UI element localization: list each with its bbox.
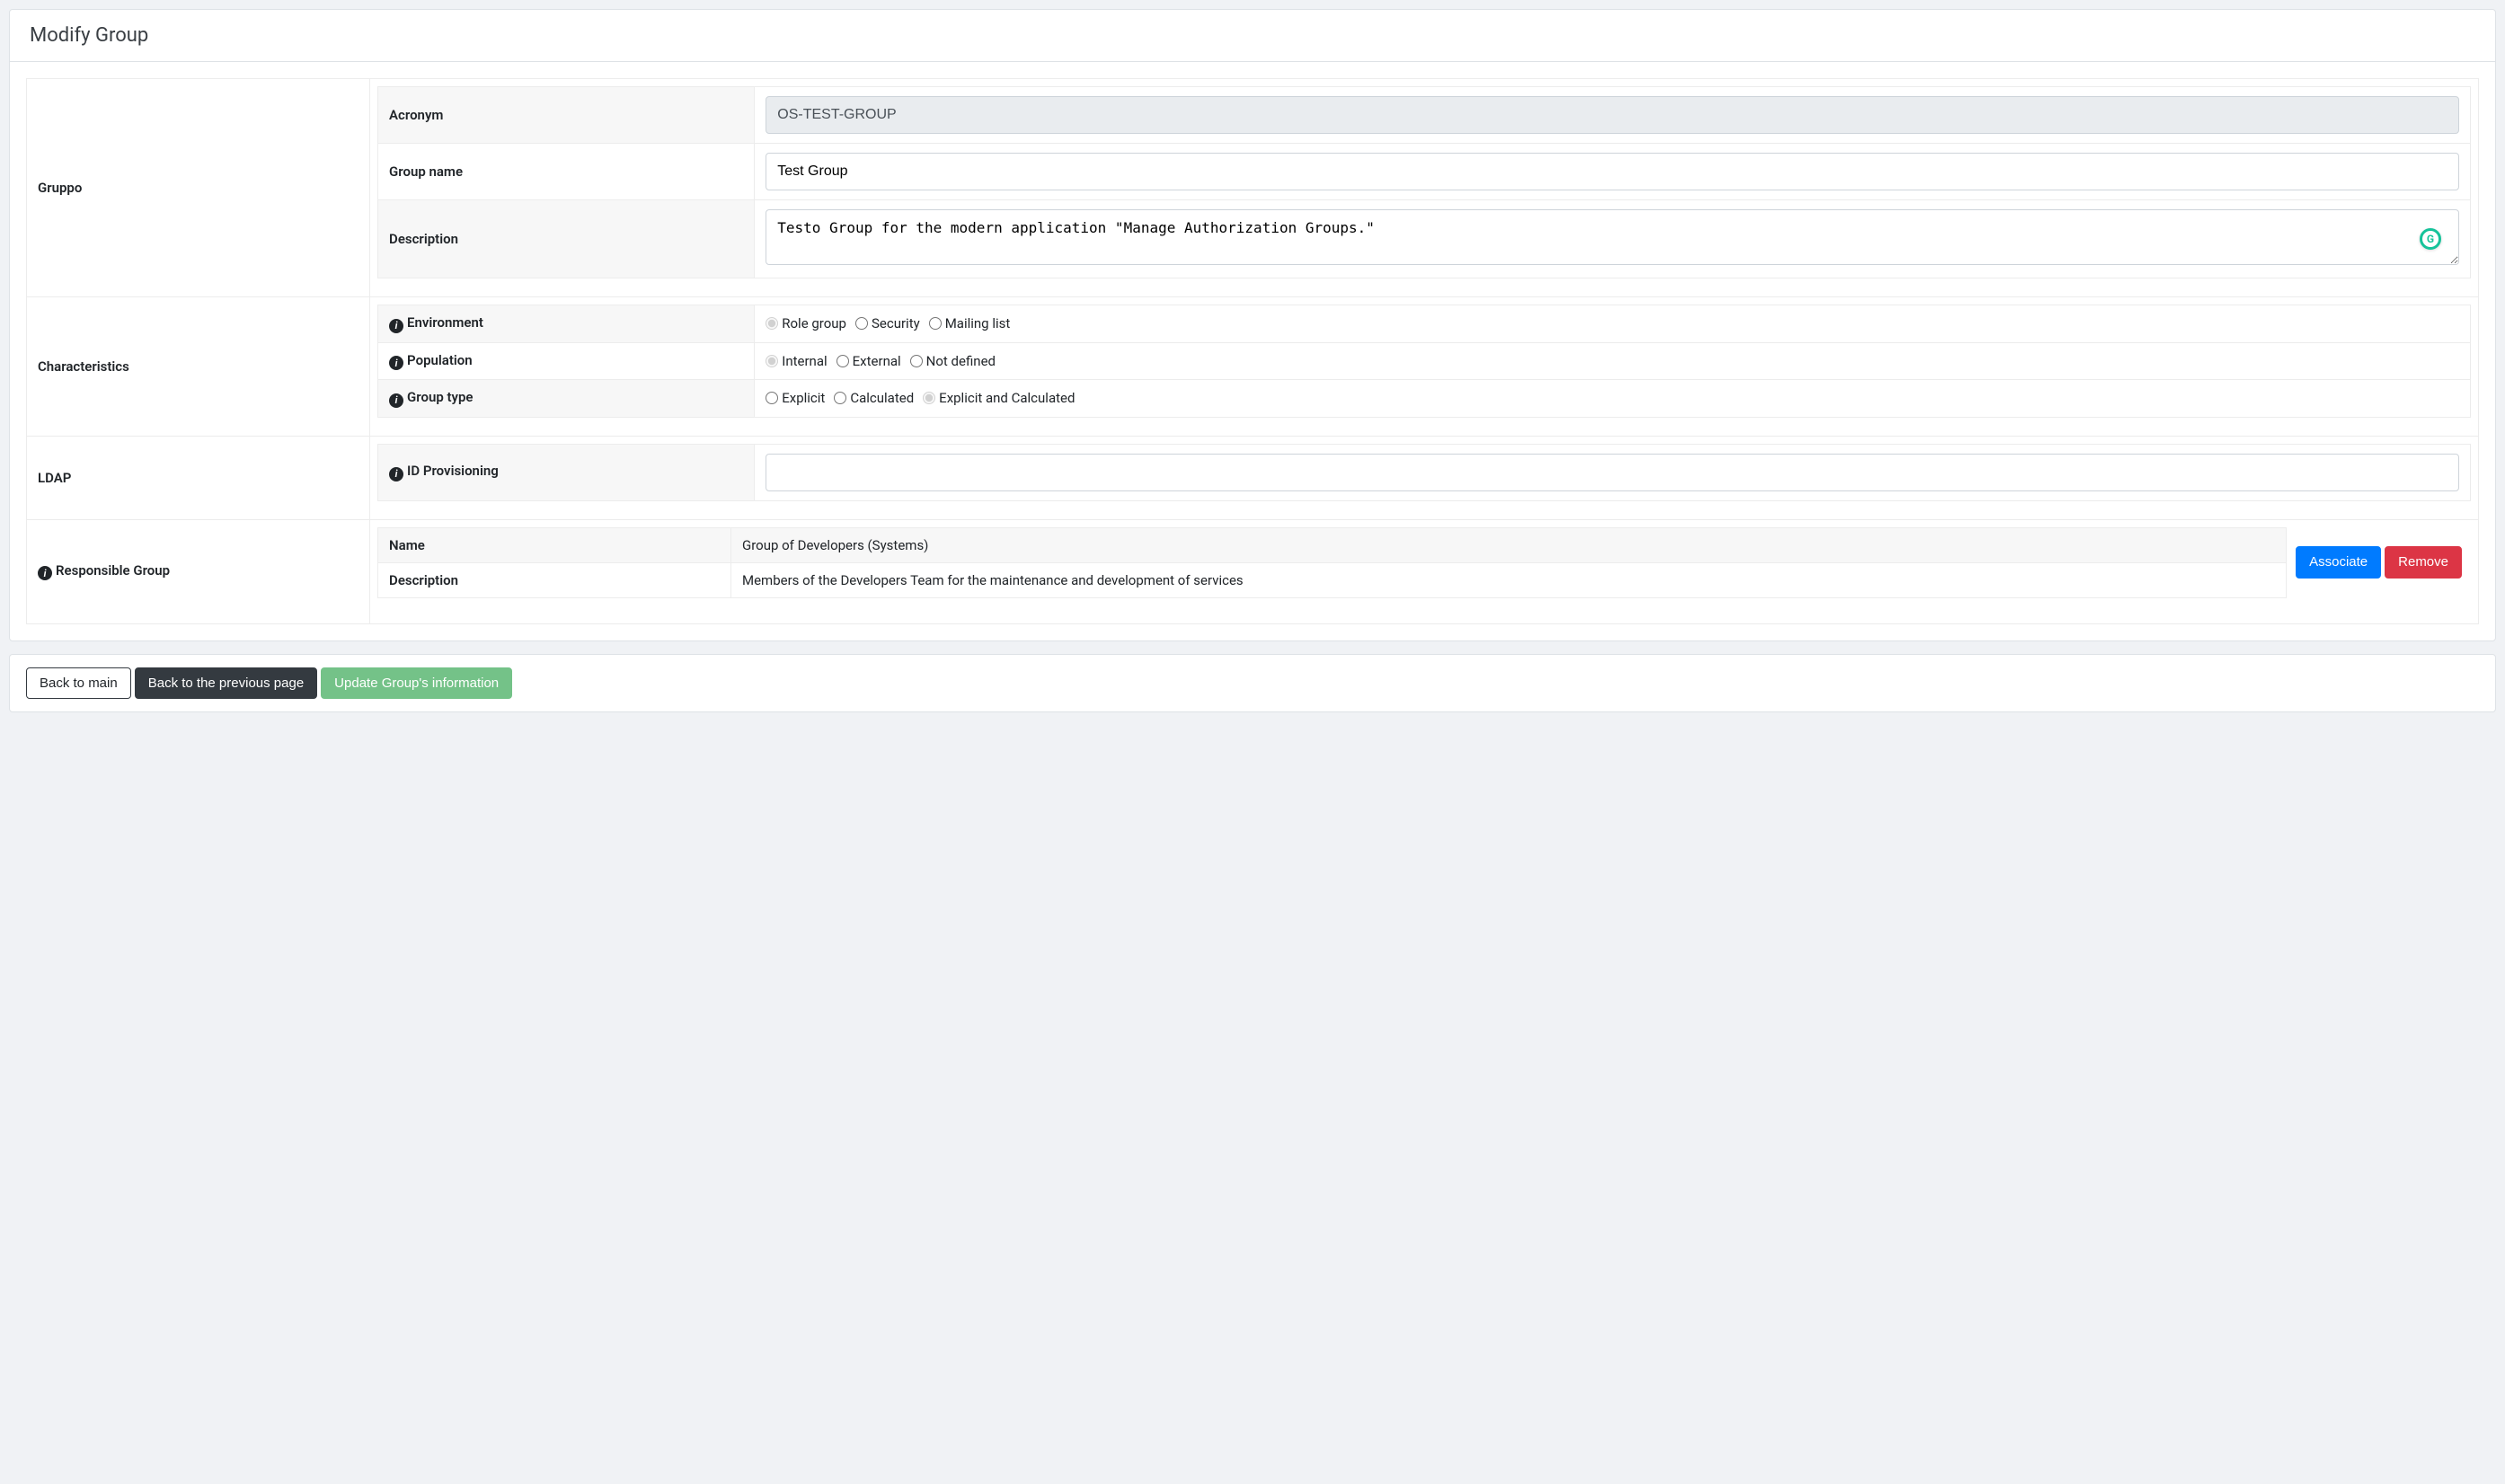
info-icon: i bbox=[389, 319, 403, 333]
info-icon: i bbox=[389, 356, 403, 370]
idprov-label: iID Provisioning bbox=[378, 444, 755, 500]
footer-card: Back to main Back to the previous page U… bbox=[9, 654, 2496, 713]
info-icon: i bbox=[389, 393, 403, 408]
population-label: iPopulation bbox=[378, 342, 755, 380]
radio-explicit-calculated bbox=[923, 392, 935, 404]
responsible-table: Name Group of Developers (Systems) Descr… bbox=[377, 527, 2287, 598]
grouptype-label: iGroup type bbox=[378, 380, 755, 418]
population-radio-group: Internal External Not defined bbox=[766, 353, 2459, 369]
remove-button[interactable]: Remove bbox=[2385, 546, 2462, 579]
page-title: Modify Group bbox=[10, 10, 2495, 62]
description-input[interactable]: Testo Group for the modern application "… bbox=[766, 209, 2459, 265]
grammarly-icon: G bbox=[2420, 228, 2441, 250]
radio-mailing-list[interactable] bbox=[929, 317, 942, 330]
modify-group-card: Modify Group Gruppo Acronym bbox=[9, 9, 2496, 641]
form-table: Gruppo Acronym Group name bbox=[26, 78, 2479, 624]
update-group-button[interactable]: Update Group's information bbox=[321, 667, 512, 700]
description-label: Description bbox=[378, 200, 755, 278]
acronym-input bbox=[766, 96, 2459, 134]
info-icon: i bbox=[38, 566, 52, 580]
resp-desc-label: Description bbox=[378, 562, 731, 597]
back-to-main-button[interactable]: Back to main bbox=[26, 667, 131, 700]
section-gruppo-label: Gruppo bbox=[27, 79, 370, 297]
radio-external[interactable] bbox=[836, 355, 849, 367]
resp-name-value: Group of Developers (Systems) bbox=[730, 527, 2286, 562]
acronym-label: Acronym bbox=[378, 87, 755, 144]
radio-security[interactable] bbox=[855, 317, 868, 330]
radio-role-group bbox=[766, 317, 778, 330]
radio-explicit[interactable] bbox=[766, 392, 778, 404]
groupname-input[interactable] bbox=[766, 153, 2459, 190]
section-ldap-label: LDAP bbox=[27, 436, 370, 519]
back-to-previous-button[interactable]: Back to the previous page bbox=[135, 667, 317, 700]
associate-button[interactable]: Associate bbox=[2296, 546, 2381, 579]
section-characteristics-label: Characteristics bbox=[27, 297, 370, 437]
radio-not-defined[interactable] bbox=[910, 355, 923, 367]
info-icon: i bbox=[389, 467, 403, 481]
form-body: Gruppo Acronym Group name bbox=[10, 62, 2495, 640]
environment-radio-group: Role group Security Mailing list bbox=[766, 315, 2459, 331]
idprov-input[interactable] bbox=[766, 454, 2459, 491]
radio-internal bbox=[766, 355, 778, 367]
groupname-label: Group name bbox=[378, 144, 755, 200]
radio-calculated[interactable] bbox=[834, 392, 846, 404]
environment-label: iEnvironment bbox=[378, 305, 755, 343]
section-responsible-label: iResponsible Group bbox=[27, 519, 370, 623]
grouptype-radio-group: Explicit Calculated Explicit and Calcula… bbox=[766, 390, 2459, 406]
resp-name-label: Name bbox=[378, 527, 731, 562]
resp-desc-value: Members of the Developers Team for the m… bbox=[730, 562, 2286, 597]
